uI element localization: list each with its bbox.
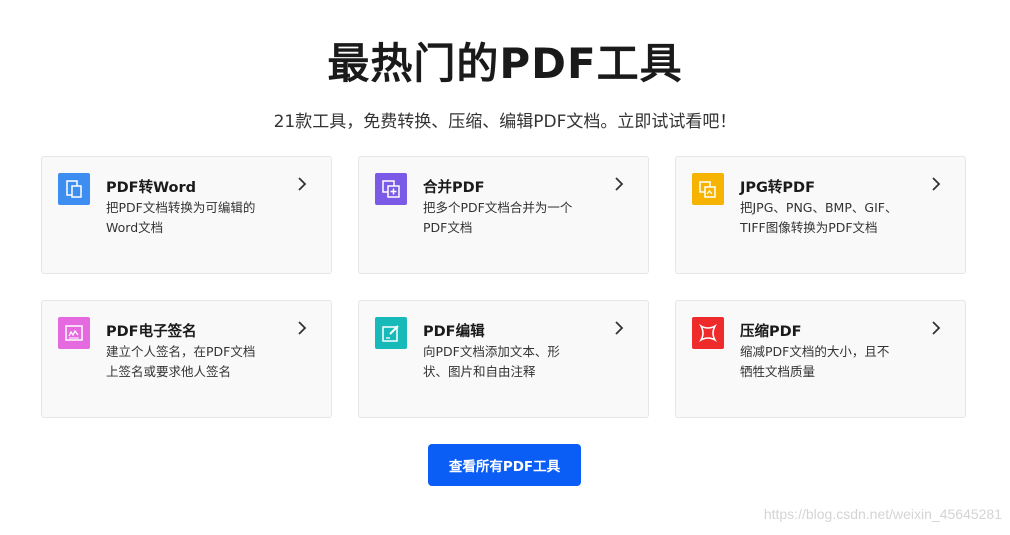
chevron-right-icon — [929, 175, 943, 193]
tool-name: PDF编辑 — [423, 324, 485, 340]
tool-description: 建立个人签名，在PDF文档 上签名或要求他人签名 — [106, 344, 256, 379]
tool-description: 把JPG、PNG、BMP、GIF、 TIFF图像转换为PDF文档 — [740, 200, 898, 235]
tool-card-compress-pdf[interactable]: 压缩PDF 缩减PDF文档的大小，且不 牺牲文档质量 — [675, 300, 966, 418]
chevron-right-icon — [612, 319, 626, 337]
tool-name: 压缩PDF — [740, 324, 802, 340]
watermark: https://blog.csdn.net/weixin_45645281 — [763, 506, 1002, 522]
page-subtitle: 21款工具，免费转换、压缩、编辑PDF文档。立即试试看吧！ — [273, 112, 737, 132]
tool-name: PDF电子签名 — [106, 324, 197, 340]
word-doc-icon — [58, 173, 90, 205]
chevron-right-icon — [929, 319, 943, 337]
tool-card-pdf-esign[interactable]: PDF电子签名 建立个人签名，在PDF文档 上签名或要求他人签名 — [41, 300, 332, 418]
tool-description: 把多个PDF文档合并为一个 PDF文档 — [423, 200, 573, 235]
tool-card-pdf-edit[interactable]: PDF编辑 向PDF文档添加文本、形 状、图片和自由注释 — [358, 300, 649, 418]
tool-card-merge-pdf[interactable]: 合并PDF 把多个PDF文档合并为一个 PDF文档 — [358, 156, 649, 274]
tool-name: PDF转Word — [106, 180, 197, 196]
chevron-right-icon — [612, 175, 626, 193]
tool-name: JPG转PDF — [740, 180, 815, 196]
tool-card-pdf-to-word[interactable]: PDF转Word 把PDF文档转换为可编辑的 Word文档 — [41, 156, 332, 274]
image-convert-icon — [692, 173, 724, 205]
page-title: 最热门的PDF工具 — [327, 39, 683, 88]
chevron-right-icon — [295, 175, 309, 193]
compress-icon — [692, 317, 724, 349]
merge-icon — [375, 173, 407, 205]
tool-card-jpg-to-pdf[interactable]: JPG转PDF 把JPG、PNG、BMP、GIF、 TIFF图像转换为PDF文档 — [675, 156, 966, 274]
signature-icon — [58, 317, 90, 349]
edit-icon — [375, 317, 407, 349]
tool-description: 缩减PDF文档的大小，且不 牺牲文档质量 — [740, 344, 890, 379]
tool-description: 把PDF文档转换为可编辑的 Word文档 — [106, 200, 256, 235]
view-all-tools-button[interactable]: 查看所有PDF工具 — [428, 444, 581, 486]
chevron-right-icon — [295, 319, 309, 337]
tool-description: 向PDF文档添加文本、形 状、图片和自由注释 — [423, 344, 560, 379]
tool-name: 合并PDF — [423, 180, 485, 196]
